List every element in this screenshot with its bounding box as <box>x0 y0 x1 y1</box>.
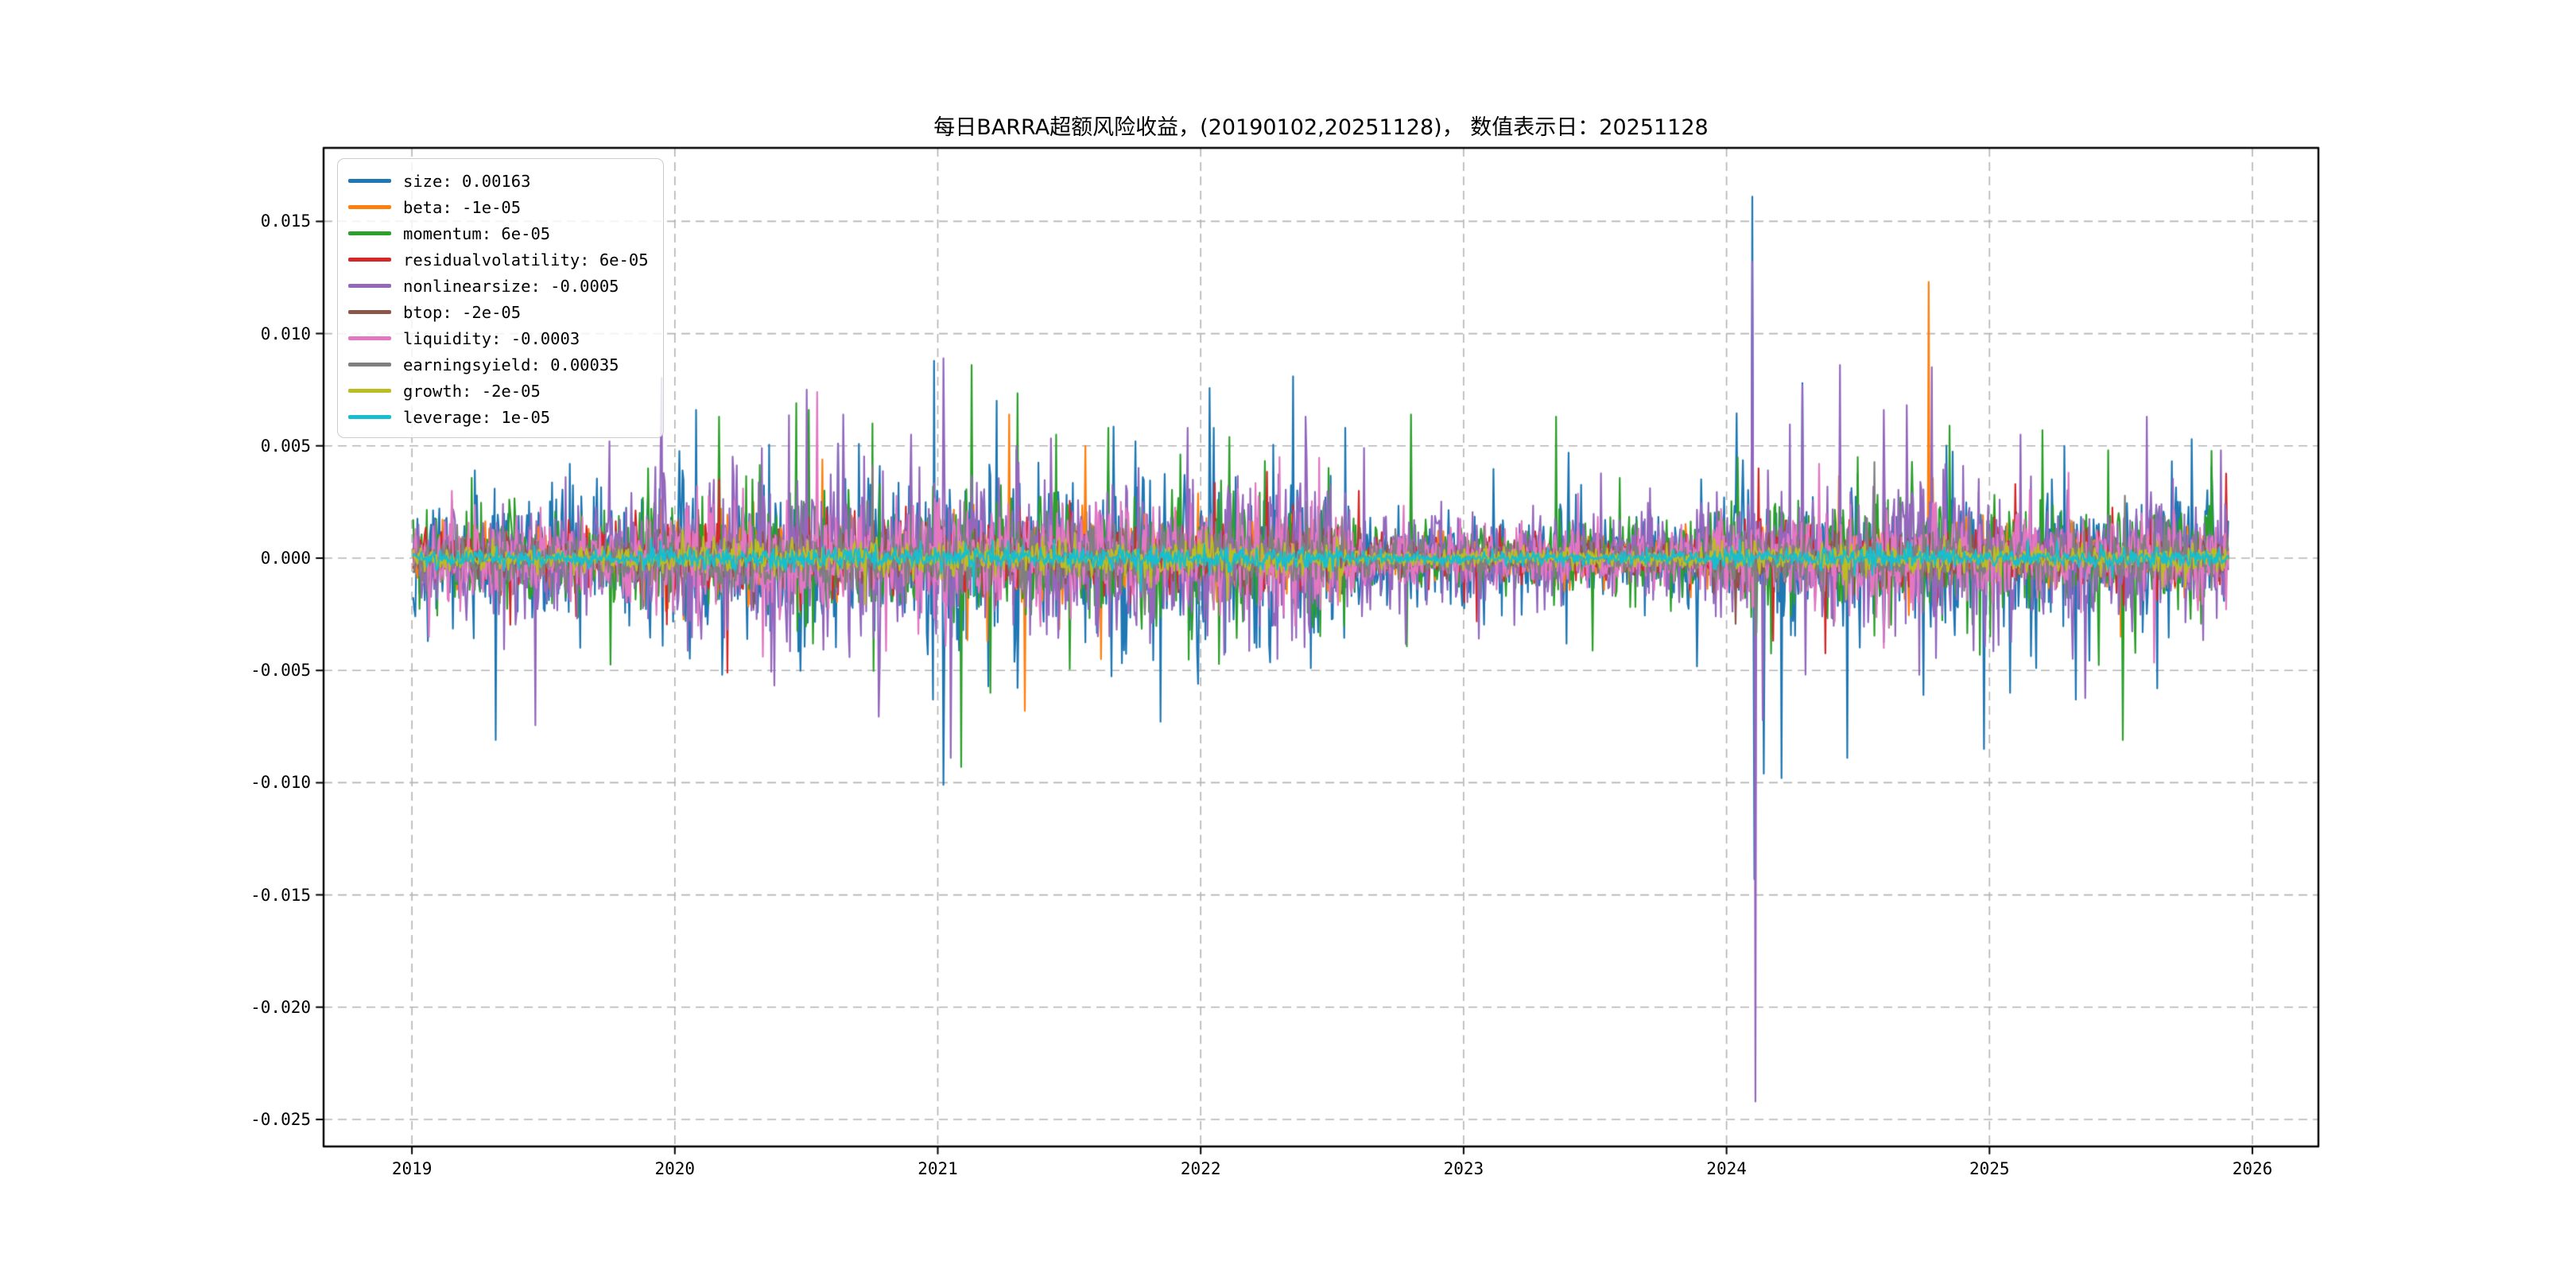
x-tick-label: 2023 <box>1444 1159 1484 1178</box>
legend: size: 0.00163 beta: -1e-05 momentum: 6e-05… <box>337 158 664 438</box>
legend-entry: leverage: 1e-05 <box>348 404 649 430</box>
legend-entry: residualvolatility: 6e-05 <box>348 246 649 273</box>
legend-line-swatch <box>348 415 391 419</box>
legend-label: beta: -1e-05 <box>403 198 521 217</box>
legend-line-swatch <box>348 205 391 209</box>
legend-entry: beta: -1e-05 <box>348 194 649 220</box>
legend-label: momentum: 6e-05 <box>403 224 550 243</box>
x-tick-label: 2020 <box>655 1159 696 1178</box>
legend-entry: btop: -2e-05 <box>348 299 649 325</box>
legend-label: residualvolatility: 6e-05 <box>403 250 649 270</box>
legend-label: earningsyield: 0.00035 <box>403 355 619 374</box>
legend-line-swatch <box>348 284 391 288</box>
x-tick-label: 2026 <box>2233 1159 2273 1178</box>
legend-line-swatch <box>348 179 391 183</box>
y-tick-label: -0.005 <box>250 661 311 680</box>
x-tick-label: 2021 <box>918 1159 958 1178</box>
legend-label: size: 0.00163 <box>403 172 530 191</box>
y-tick-label: -0.025 <box>250 1110 311 1129</box>
y-tick-label: -0.015 <box>250 886 311 905</box>
legend-line-swatch <box>348 231 391 235</box>
legend-label: btop: -2e-05 <box>403 303 521 322</box>
legend-line-swatch <box>348 363 391 367</box>
chart-title: 每日BARRA超额风险收益，(20190102,20251128)， 数值表示日… <box>324 110 2318 141</box>
y-tick-label: 0.010 <box>261 324 311 343</box>
y-tick-label: -0.010 <box>250 773 311 792</box>
legend-label: liquidity: -0.0003 <box>403 329 580 348</box>
y-tick-label: -0.020 <box>250 998 311 1017</box>
legend-line-swatch <box>348 258 391 262</box>
legend-entry: liquidity: -0.0003 <box>348 325 649 351</box>
legend-label: nonlinearsize: -0.0005 <box>403 277 619 296</box>
x-tick-label: 2024 <box>1706 1159 1747 1178</box>
legend-entry: nonlinearsize: -0.0005 <box>348 273 649 299</box>
x-tick-label: 2019 <box>392 1159 433 1178</box>
y-tick-label: 0.000 <box>261 549 311 568</box>
legend-label: leverage: 1e-05 <box>403 408 550 427</box>
legend-entry: momentum: 6e-05 <box>348 220 649 246</box>
legend-entry: size: 0.00163 <box>348 168 649 194</box>
y-tick-label: 0.015 <box>261 211 311 231</box>
x-tick-label: 2025 <box>1969 1159 2010 1178</box>
legend-entry: earningsyield: 0.00035 <box>348 351 649 378</box>
y-tick-label: 0.005 <box>261 436 311 456</box>
legend-line-swatch <box>348 336 391 340</box>
legend-entry: growth: -2e-05 <box>348 378 649 404</box>
x-tick-label: 2022 <box>1181 1159 1221 1178</box>
legend-line-swatch <box>348 389 391 393</box>
figure: 每日BARRA超额风险收益，(20190102,20251128)， 数值表示日… <box>0 0 2576 1288</box>
legend-line-swatch <box>348 310 391 314</box>
legend-label: growth: -2e-05 <box>403 382 541 401</box>
